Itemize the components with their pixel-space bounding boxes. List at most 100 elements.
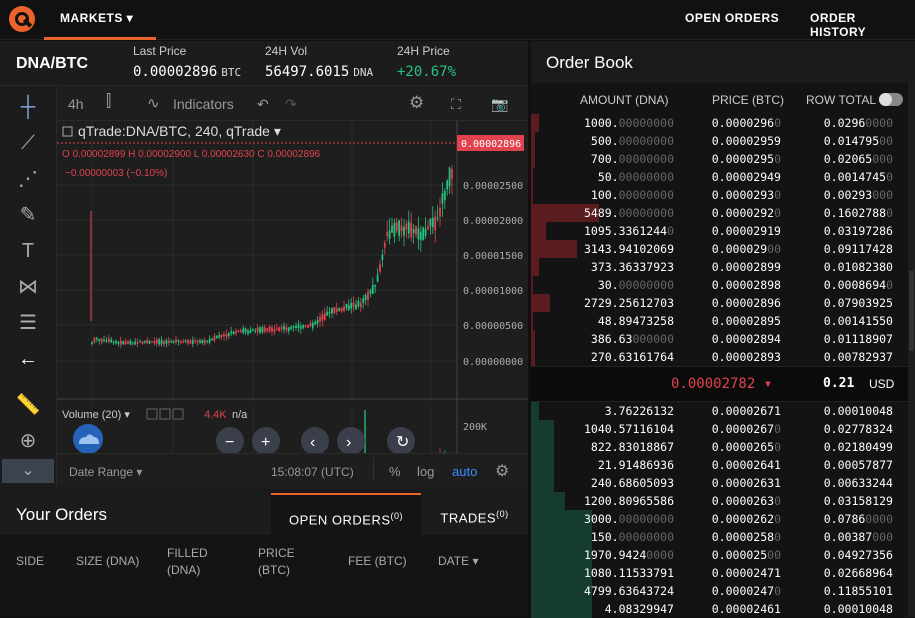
percent-scale-toggle[interactable]: % — [389, 464, 401, 479]
order-book-row[interactable]: 1970.942400000.000025000.04927356 — [531, 546, 915, 564]
qtrade-logo-icon[interactable] — [9, 6, 35, 32]
order-book-row[interactable]: 2729.256127030.000028960.07903925 — [531, 294, 915, 312]
brush-icon[interactable]: ✎ — [14, 203, 42, 227]
legend-collapse-icon — [63, 127, 72, 136]
order-book-row[interactable]: 48.894732580.000028950.00141550 — [531, 312, 915, 330]
crosshair-icon[interactable]: ┼ — [14, 95, 42, 119]
text-tool-icon[interactable]: T — [14, 239, 42, 263]
candle-body — [199, 340, 201, 343]
candle-body — [377, 275, 379, 282]
candle-body — [106, 340, 108, 341]
candle-body — [182, 341, 184, 342]
nav-order-history[interactable]: ORDER HISTORY — [810, 11, 915, 39]
price-chart[interactable]: 0.000025000.000020000.000015000.00001000… — [57, 121, 528, 453]
indicators-button[interactable]: Indicators — [173, 96, 234, 112]
depth-bar — [531, 168, 533, 186]
candle-body — [228, 333, 230, 336]
price-tick-label: 0.00001000 — [463, 286, 523, 297]
order-book-row[interactable]: 150.000000000.000025800.00387000 — [531, 528, 915, 546]
chart-settings-gear-icon[interactable]: ⚙ — [495, 461, 509, 481]
order-book-row[interactable]: 500.000000000.000029590.01479500 — [531, 132, 915, 150]
fib-tool-icon[interactable]: ⋰ — [14, 167, 42, 191]
order-book-row[interactable]: 3143.941020690.000029000.09117428 — [531, 240, 915, 258]
row-amount: 1080.11533791 — [551, 566, 674, 580]
row-total: 0.01479500 — [791, 134, 893, 148]
order-book-row[interactable]: 4799.636437240.000024700.11855101 — [531, 582, 915, 600]
order-book-row[interactable]: 386.630000000.000028940.01118907 — [531, 330, 915, 348]
candle-body — [185, 340, 187, 341]
chart-clock: 15:08:07 (UTC) — [271, 465, 354, 479]
prediction-icon[interactable]: ☰ — [14, 311, 42, 335]
tab-trades[interactable]: TRADES(0) — [421, 493, 528, 535]
order-book-row[interactable]: 822.830188670.000026500.02180499 — [531, 438, 915, 456]
undo-icon[interactable]: ↶ — [257, 96, 269, 113]
depth-bar — [531, 186, 533, 204]
candle-body — [214, 336, 216, 341]
chevron-down-icon[interactable]: ⌄ — [2, 459, 54, 483]
order-book-row[interactable]: 100.000000000.000029300.00293000 — [531, 186, 915, 204]
markets-menu[interactable]: MARKETS ▾ — [60, 11, 133, 25]
candle-body — [379, 264, 381, 271]
row-total-toggle[interactable] — [879, 93, 903, 106]
redo-icon[interactable]: ↷ — [285, 96, 297, 113]
row-total: 0.11855101 — [791, 584, 893, 598]
col-date[interactable]: DATE ▾ — [438, 553, 478, 570]
row-price: 0.00002620 — [691, 512, 781, 526]
row-total: 0.09117428 — [791, 242, 893, 256]
order-book-row[interactable]: 270.631617640.000028930.00782937 — [531, 348, 915, 366]
zoom-in-icon[interactable]: ⊕ — [14, 429, 42, 453]
interval-select[interactable]: 4h — [68, 96, 84, 112]
order-book-row[interactable]: 3.762261320.000026710.00010048 — [531, 402, 915, 420]
row-price: 0.00002631 — [691, 476, 781, 490]
row-amount: 386.63000000 — [551, 332, 674, 346]
scrollbar[interactable] — [908, 81, 915, 617]
order-book-row[interactable]: 240.686050930.000026310.00633244 — [531, 474, 915, 492]
nav-open-orders[interactable]: OPEN ORDERS — [685, 11, 779, 25]
row-total: 0.02668964 — [791, 566, 893, 580]
fullscreen-icon[interactable]: ⛶ — [451, 96, 461, 113]
camera-icon[interactable]: 📷 — [491, 96, 508, 113]
candle-body — [374, 285, 376, 287]
candle-body — [418, 228, 420, 239]
order-book-row[interactable]: 4.083299470.000024610.00010048 — [531, 600, 915, 618]
candle-body — [161, 340, 163, 344]
row-price: 0.00002900 — [691, 242, 781, 256]
order-book-row[interactable]: 1040.571161040.000026700.02778324 — [531, 420, 915, 438]
pattern-icon[interactable]: ⋈ — [14, 275, 42, 299]
candle-body — [180, 341, 182, 343]
candle-body — [444, 190, 446, 200]
settings-gear-icon[interactable]: ⚙ — [409, 93, 424, 113]
order-book-row[interactable]: 1200.809655860.000026300.03158129 — [531, 492, 915, 510]
order-book-row[interactable]: 700.000000000.000029500.02065000 — [531, 150, 915, 168]
order-book-row[interactable]: 21.914869360.000026410.00057877 — [531, 456, 915, 474]
log-scale-toggle[interactable]: log — [417, 464, 434, 479]
price-change-value: +20.67% — [397, 64, 456, 80]
candle-type-icon[interactable]: ⫿ — [106, 93, 111, 111]
candle-body — [223, 334, 225, 336]
order-book-row[interactable]: 373.363379230.000028990.01082380 — [531, 258, 915, 276]
order-book-row[interactable]: 50.000000000.000029490.00147450 — [531, 168, 915, 186]
order-book-row[interactable]: 3000.000000000.000026200.07860000 — [531, 510, 915, 528]
order-book-row[interactable]: 1080.115337910.000024710.02668964 — [531, 564, 915, 582]
auto-scale-toggle[interactable]: auto — [452, 464, 477, 479]
candle-body — [274, 329, 276, 331]
order-book-row[interactable]: 30.000000000.000028980.00086940 — [531, 276, 915, 294]
indicators-icon[interactable]: ∿ — [147, 94, 160, 112]
row-amount: 1095.33612440 — [551, 224, 674, 238]
candle-body — [158, 339, 160, 344]
order-book-row[interactable]: 5489.000000000.000029200.16027880 — [531, 204, 915, 222]
col-filled: FILLED (DNA) — [167, 545, 227, 579]
candle-body — [118, 342, 120, 344]
candle-body — [288, 327, 290, 331]
price-change-label: 24H Price — [397, 44, 450, 58]
back-arrow-icon[interactable]: ← — [14, 347, 42, 371]
date-range-button[interactable]: Date Range ▾ — [69, 465, 142, 479]
trend-line-icon[interactable]: ⟋ — [14, 131, 42, 155]
ruler-icon[interactable]: 📏 — [14, 393, 42, 417]
candle-body — [127, 341, 129, 343]
tab-open-orders[interactable]: OPEN ORDERS(0) — [271, 493, 421, 535]
candle-body — [271, 327, 273, 331]
candle-body — [324, 314, 326, 320]
order-book-row[interactable]: 1095.336124400.000029190.03197286 — [531, 222, 915, 240]
order-book-row[interactable]: 1000.000000000.000029600.02960000 — [531, 114, 915, 132]
